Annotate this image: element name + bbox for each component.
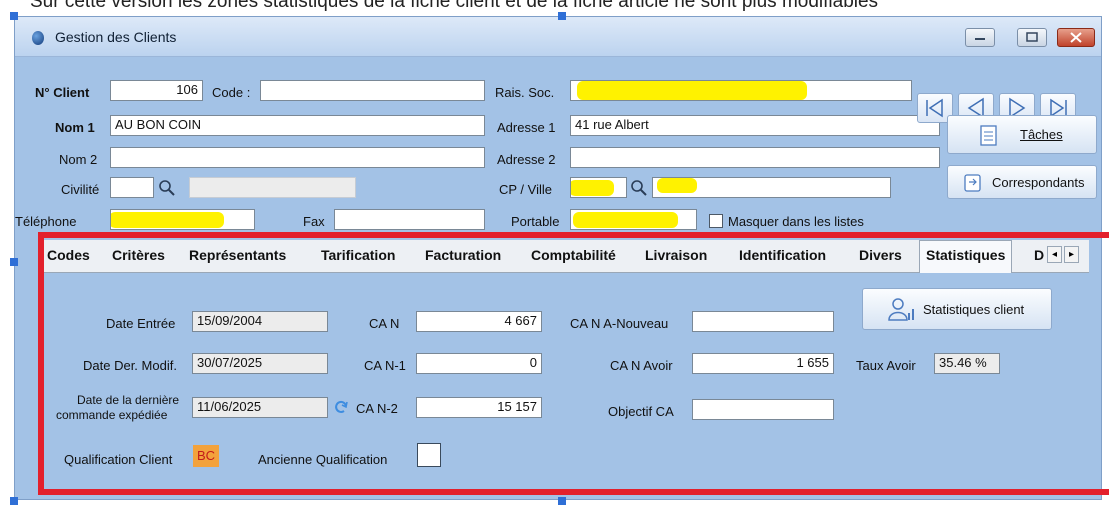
redaction-highlight xyxy=(577,81,807,100)
redaction-highlight xyxy=(571,180,614,196)
nom2-field[interactable] xyxy=(110,147,485,168)
cp-field[interactable] xyxy=(570,177,627,198)
correspondants-button[interactable]: Correspondants xyxy=(947,165,1097,199)
search-icon[interactable] xyxy=(157,178,177,198)
maximize-button[interactable] xyxy=(1017,28,1047,47)
masquer-checkbox[interactable] xyxy=(709,214,723,228)
client-number-label: N° Client xyxy=(35,85,90,100)
tasks-icon xyxy=(980,125,997,146)
cp-ville-label: CP / Ville xyxy=(499,182,552,197)
adresse2-field[interactable] xyxy=(570,147,940,168)
selection-handle xyxy=(558,497,566,505)
selection-handle xyxy=(10,258,18,266)
civilite-label: Civilité xyxy=(61,182,100,197)
rais-soc-field[interactable] xyxy=(570,80,912,101)
close-button[interactable] xyxy=(1057,28,1095,47)
nom1-label: Nom 1 xyxy=(55,120,95,135)
civilite-description xyxy=(189,177,356,198)
top-caption: Sur cette version les zones statistiques… xyxy=(30,0,879,11)
rais-soc-label: Rais. Soc. xyxy=(495,85,555,100)
contacts-icon xyxy=(964,174,981,192)
redaction-highlight xyxy=(657,178,697,193)
minimize-button[interactable] xyxy=(965,28,995,47)
fax-label: Fax xyxy=(303,214,325,229)
ville-field[interactable] xyxy=(652,177,891,198)
redaction-highlight xyxy=(573,212,678,228)
portable-label: Portable xyxy=(511,214,560,229)
selection-handle xyxy=(558,12,566,20)
civilite-field[interactable] xyxy=(110,177,154,198)
client-number-field[interactable]: 106 xyxy=(110,80,203,101)
title-bar: Gestion des Clients xyxy=(15,17,1101,57)
correspondants-label: Correspondants xyxy=(992,175,1085,190)
code-field[interactable] xyxy=(260,80,485,101)
nom2-label: Nom 2 xyxy=(59,152,98,167)
annotation-rectangle xyxy=(38,232,1109,495)
close-icon xyxy=(1070,32,1082,43)
selection-handle xyxy=(10,497,18,505)
adresse1-label: Adresse 1 xyxy=(497,120,556,135)
taches-button[interactable]: Tâches xyxy=(947,115,1097,154)
app-icon xyxy=(32,31,44,45)
fax-field[interactable] xyxy=(334,209,485,230)
telephone-field[interactable] xyxy=(110,209,255,230)
window-title: Gestion des Clients xyxy=(55,29,177,45)
portable-field[interactable] xyxy=(570,209,697,230)
maximize-icon xyxy=(1026,32,1038,42)
taches-label: Tâches xyxy=(1020,127,1063,142)
nom1-field[interactable]: AU BON COIN xyxy=(110,115,485,136)
adresse2-label: Adresse 2 xyxy=(497,152,556,167)
search-icon[interactable] xyxy=(629,178,649,198)
minimize-icon xyxy=(975,38,985,40)
adresse1-field[interactable]: 41 rue Albert xyxy=(570,115,940,136)
redaction-highlight xyxy=(111,212,224,228)
telephone-label: Téléphone xyxy=(15,214,77,229)
code-label: Code : xyxy=(212,85,251,100)
selection-handle xyxy=(10,12,18,20)
masquer-label: Masquer dans les listes xyxy=(728,214,864,229)
